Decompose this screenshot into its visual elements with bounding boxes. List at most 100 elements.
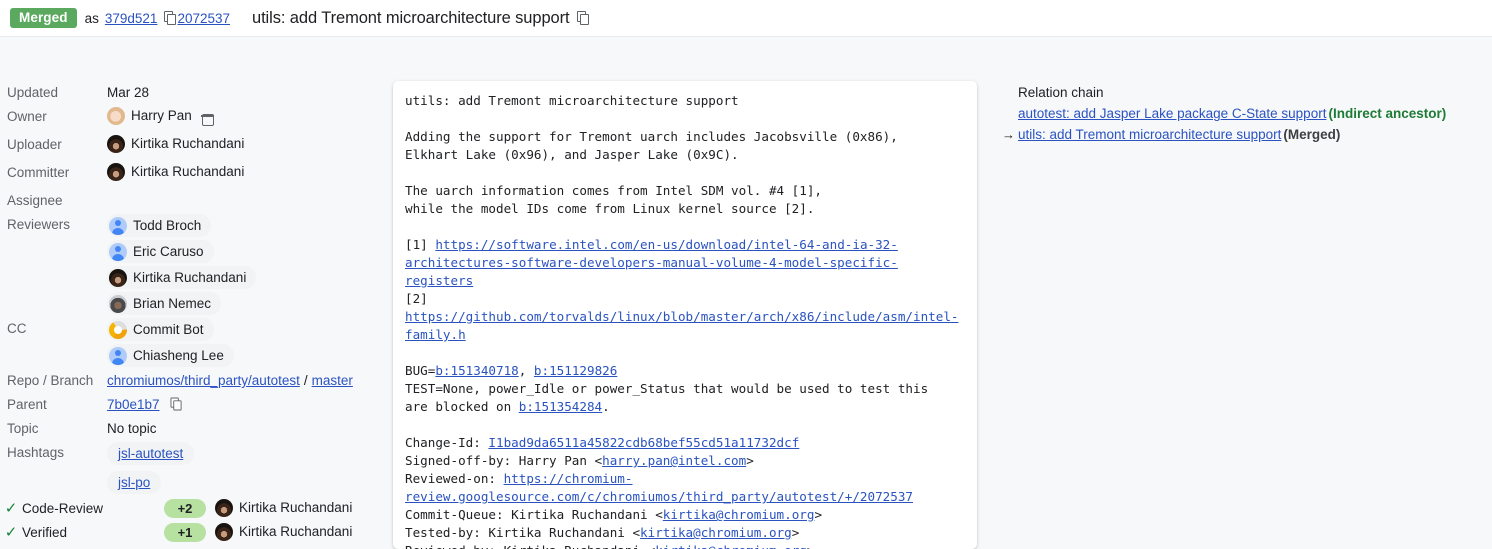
calendar-icon[interactable] xyxy=(201,114,214,126)
label-voter[interactable]: Kirtika Ruchandani xyxy=(215,498,352,518)
avatar xyxy=(107,107,125,125)
committer-person[interactable]: Kirtika Ruchandani xyxy=(107,162,244,182)
committer-name: Kirtika Ruchandani xyxy=(131,164,245,179)
avatar xyxy=(109,294,127,313)
metadata-row-cc: CC Commit Bot Chiasheng Lee xyxy=(0,318,385,367)
reviewer-chip[interactable]: Eric Caruso xyxy=(107,240,214,263)
label-voter[interactable]: Kirtika Ruchandani xyxy=(215,522,352,542)
metadata-row-reviewers: Reviewers Todd Broch Eric Caruso Kirtika… xyxy=(0,214,385,315)
reviewer-name: Kirtika Ruchandani xyxy=(133,270,247,285)
relation-state: (Merged) xyxy=(1283,127,1341,142)
reviewers-label: Reviewers xyxy=(7,217,71,232)
topic-label: Topic xyxy=(7,421,39,436)
parent-label: Parent xyxy=(7,397,47,412)
commit-message-box: utils: add Tremont microarchitecture sup… xyxy=(393,81,977,549)
hashtags-list: jsl-autotest jsl-po xyxy=(107,442,195,494)
copy-icon[interactable] xyxy=(170,397,183,411)
reviewer-chip[interactable]: Brian Nemec xyxy=(107,292,222,315)
relation-chain-item-current: → utils: add Tremont microarchitecture s… xyxy=(1002,124,1482,145)
commit-message-link[interactable]: https://chromium-review.googlesource.com… xyxy=(405,471,913,504)
cc-chip[interactable]: Commit Bot xyxy=(107,318,214,341)
uploader-label: Uploader xyxy=(7,137,62,152)
hashtag-label: jsl-po xyxy=(118,475,151,490)
branch-link[interactable]: master xyxy=(312,373,353,388)
metadata-row-owner: Owner Harry Pan xyxy=(0,106,385,131)
copy-title-icon[interactable] xyxy=(576,11,590,25)
header-as-label: as xyxy=(84,10,99,26)
cc-label: CC xyxy=(7,321,27,336)
avatar xyxy=(109,320,127,339)
relation-link[interactable]: autotest: add Jasper Lake package C-Stat… xyxy=(1018,103,1326,124)
hashtag-chip[interactable]: jsl-po xyxy=(107,471,162,494)
metadata-row-hashtags: Hashtags jsl-autotest jsl-po xyxy=(0,442,385,494)
relation-link[interactable]: utils: add Tremont microarchitecture sup… xyxy=(1018,124,1281,145)
commit-message-link[interactable]: https://software.intel.com/en-us/downloa… xyxy=(405,237,898,288)
reviewer-name: Todd Broch xyxy=(133,218,202,233)
commit-message-link[interactable]: https://github.com/torvalds/linux/blob/m… xyxy=(405,309,959,342)
label-score: +2 xyxy=(164,498,206,518)
hashtag-chip[interactable]: jsl-autotest xyxy=(107,442,195,465)
relation-chain-item: autotest: add Jasper Lake package C-Stat… xyxy=(1002,103,1482,124)
label-score: +1 xyxy=(164,522,206,542)
reviewers-list: Todd Broch Eric Caruso Kirtika Ruchandan… xyxy=(107,214,257,315)
commit-message-link[interactable]: kirtika@chromium.org xyxy=(640,525,792,540)
label-row-code-review: ✓ Code-Review +2 Kirtika Ruchandani xyxy=(0,496,385,520)
metadata-row-committer: Committer Kirtika Ruchandani xyxy=(0,162,385,187)
relation-chain: Relation chain autotest: add Jasper Lake… xyxy=(1002,82,1482,145)
committer-value: Kirtika Ruchandani xyxy=(107,162,244,187)
relation-chain-title: Relation chain xyxy=(1018,85,1104,100)
owner-label: Owner xyxy=(7,109,47,124)
uploader-value: Kirtika Ruchandani xyxy=(107,134,244,159)
status-badge: Merged xyxy=(10,7,77,29)
commit-message-link[interactable]: b:151129826 xyxy=(534,363,617,378)
commit-message-link[interactable]: b:151354284 xyxy=(519,399,602,414)
owner-person[interactable]: Harry Pan xyxy=(107,106,192,126)
check-icon: ✓ xyxy=(4,523,18,541)
commit-message-link[interactable]: I1bad9da6511a45822cdb68bef55cd51a11732dc… xyxy=(488,435,799,450)
reviewer-chip[interactable]: Todd Broch xyxy=(107,214,212,237)
change-number-link[interactable]: 2072537 xyxy=(177,11,230,26)
commit-message-link[interactable]: kirtika@chromium.org xyxy=(663,507,815,522)
repo-link[interactable]: chromiumos/third_party/autotest xyxy=(107,373,300,388)
updated-label: Updated xyxy=(7,85,59,100)
commit-message-link[interactable]: kirtika@chromium.org xyxy=(655,543,807,549)
label-name: Verified xyxy=(22,524,68,540)
owner-name: Harry Pan xyxy=(131,108,192,123)
commit-sha-link[interactable]: 379d521 xyxy=(105,11,158,26)
change-metadata: Updated Mar 28 Owner Harry Pan Uploader xyxy=(0,82,385,497)
avatar xyxy=(107,135,125,153)
avatar xyxy=(109,346,127,365)
metadata-row-uploader: Uploader Kirtika Ruchandani xyxy=(0,134,385,159)
label-name: Code-Review xyxy=(22,500,104,516)
cc-name: Commit Bot xyxy=(133,322,204,337)
change-page: Merged as 379d521 2072537 utils: add Tre… xyxy=(0,0,1492,549)
topic-value[interactable]: No topic xyxy=(107,418,157,439)
metadata-row-parent: Parent 7b0e1b7 xyxy=(0,394,385,415)
avatar xyxy=(215,523,233,541)
cc-chip[interactable]: Chiasheng Lee xyxy=(107,344,234,367)
copy-icon[interactable] xyxy=(164,11,177,25)
page-title: utils: add Tremont microarchitecture sup… xyxy=(252,8,570,27)
reviewer-chip[interactable]: Kirtika Ruchandani xyxy=(107,266,257,289)
label-votes: ✓ Code-Review +2 Kirtika Ruchandani ✓ Ve… xyxy=(0,496,385,544)
hashtag-label: jsl-autotest xyxy=(118,446,184,461)
avatar xyxy=(215,499,233,517)
avatar xyxy=(109,242,127,261)
cc-name: Chiasheng Lee xyxy=(133,348,224,363)
avatar xyxy=(109,216,127,235)
commit-message-link[interactable]: b:151340718 xyxy=(435,363,518,378)
relation-state: (Indirect ancestor) xyxy=(1328,106,1447,121)
repo-branch-value: chromiumos/third_party/autotest / master xyxy=(107,370,353,391)
avatar xyxy=(109,268,127,287)
commit-message-link[interactable]: harry.pan@intel.com xyxy=(602,453,746,468)
uploader-person[interactable]: Kirtika Ruchandani xyxy=(107,134,244,154)
updated-value: Mar 28 xyxy=(107,85,150,100)
parent-link[interactable]: 7b0e1b7 xyxy=(107,397,160,412)
owner-value: Harry Pan xyxy=(107,106,214,131)
metadata-row-topic: Topic No topic xyxy=(0,418,385,439)
label-row-verified: ✓ Verified +1 Kirtika Ruchandani xyxy=(0,520,385,544)
hashtags-label: Hashtags xyxy=(7,445,65,460)
avatar xyxy=(107,163,125,181)
metadata-row-assignee: Assignee xyxy=(0,190,385,211)
check-icon: ✓ xyxy=(4,499,18,517)
